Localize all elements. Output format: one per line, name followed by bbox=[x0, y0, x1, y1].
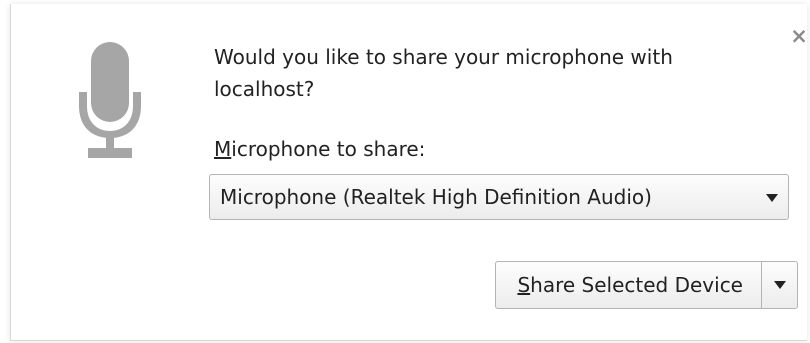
share-options-dropdown-button[interactable] bbox=[762, 262, 797, 308]
chevron-down-icon bbox=[774, 281, 786, 289]
share-button-mnemonic: S bbox=[517, 273, 531, 297]
microphone-icon bbox=[79, 42, 141, 158]
media-permission-dialog: × Would you like to share your microphon… bbox=[10, 4, 809, 341]
share-button-label: Share Selected Device bbox=[517, 271, 743, 299]
permission-question: Would you like to share your microphone … bbox=[214, 45, 673, 101]
device-select-label: Microphone to share: bbox=[214, 135, 425, 163]
share-button-label-text: hare Selected Device bbox=[530, 273, 743, 297]
close-icon[interactable]: × bbox=[789, 26, 809, 47]
share-selected-device-button[interactable]: Share Selected Device bbox=[496, 262, 761, 308]
chevron-down-icon bbox=[766, 194, 778, 202]
device-select-label-mnemonic: M bbox=[214, 137, 232, 161]
device-select-label-text: icrophone to share: bbox=[231, 137, 426, 161]
share-button-group: Share Selected Device bbox=[495, 261, 798, 309]
microphone-select[interactable]: Microphone (Realtek High Definition Audi… bbox=[209, 174, 789, 220]
microphone-select-value: Microphone (Realtek High Definition Audi… bbox=[220, 185, 652, 209]
